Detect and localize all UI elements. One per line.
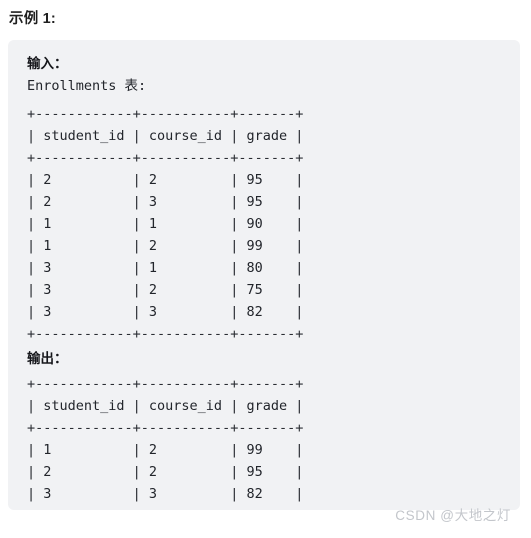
page-title: 示例 1:	[9, 11, 56, 27]
table-row: | 1 | 2 | 99 |	[27, 442, 304, 458]
output-table-top-border: +------------+-----------+-------+	[27, 376, 304, 392]
table-row: | 3 | 2 | 75 |	[27, 282, 304, 298]
table-row: | 1 | 2 | 99 |	[27, 238, 304, 254]
table-row: | 1 | 1 | 90 |	[27, 216, 304, 232]
table-row: | 3 | 3 | 82 |	[27, 304, 304, 320]
table-row: | 3 | 1 | 80 |	[27, 260, 304, 276]
page-root: 示例 1: 输入： Enrollments 表: +------------+-…	[0, 0, 531, 538]
table-row: | 2 | 2 | 95 |	[27, 464, 304, 480]
input-table-top-border: +------------+-----------+-------+	[27, 106, 304, 122]
output-label: 输出：	[27, 351, 68, 367]
output-table-header: | student_id | course_id | grade |	[27, 398, 304, 414]
input-table-header: | student_id | course_id | grade |	[27, 128, 304, 144]
output-table-header-separator: +------------+-----------+-------+	[27, 420, 304, 436]
csdn-watermark: CSDN @大地之灯	[395, 508, 511, 523]
input-table-header-separator: +------------+-----------+-------+	[27, 150, 304, 166]
table-row: | 2 | 2 | 95 |	[27, 172, 304, 188]
table-row: | 2 | 3 | 95 |	[27, 194, 304, 210]
code-block-content: 输入： Enrollments 表: +------------+-------…	[8, 53, 520, 510]
input-label: 输入：	[27, 56, 68, 72]
input-table-caption: Enrollments 表:	[27, 78, 147, 94]
table-row: | 3 | 3 | 82 |	[27, 486, 304, 502]
input-table-bottom-border: +------------+-----------+-------+	[27, 326, 304, 342]
code-block: 输入： Enrollments 表: +------------+-------…	[8, 40, 520, 510]
